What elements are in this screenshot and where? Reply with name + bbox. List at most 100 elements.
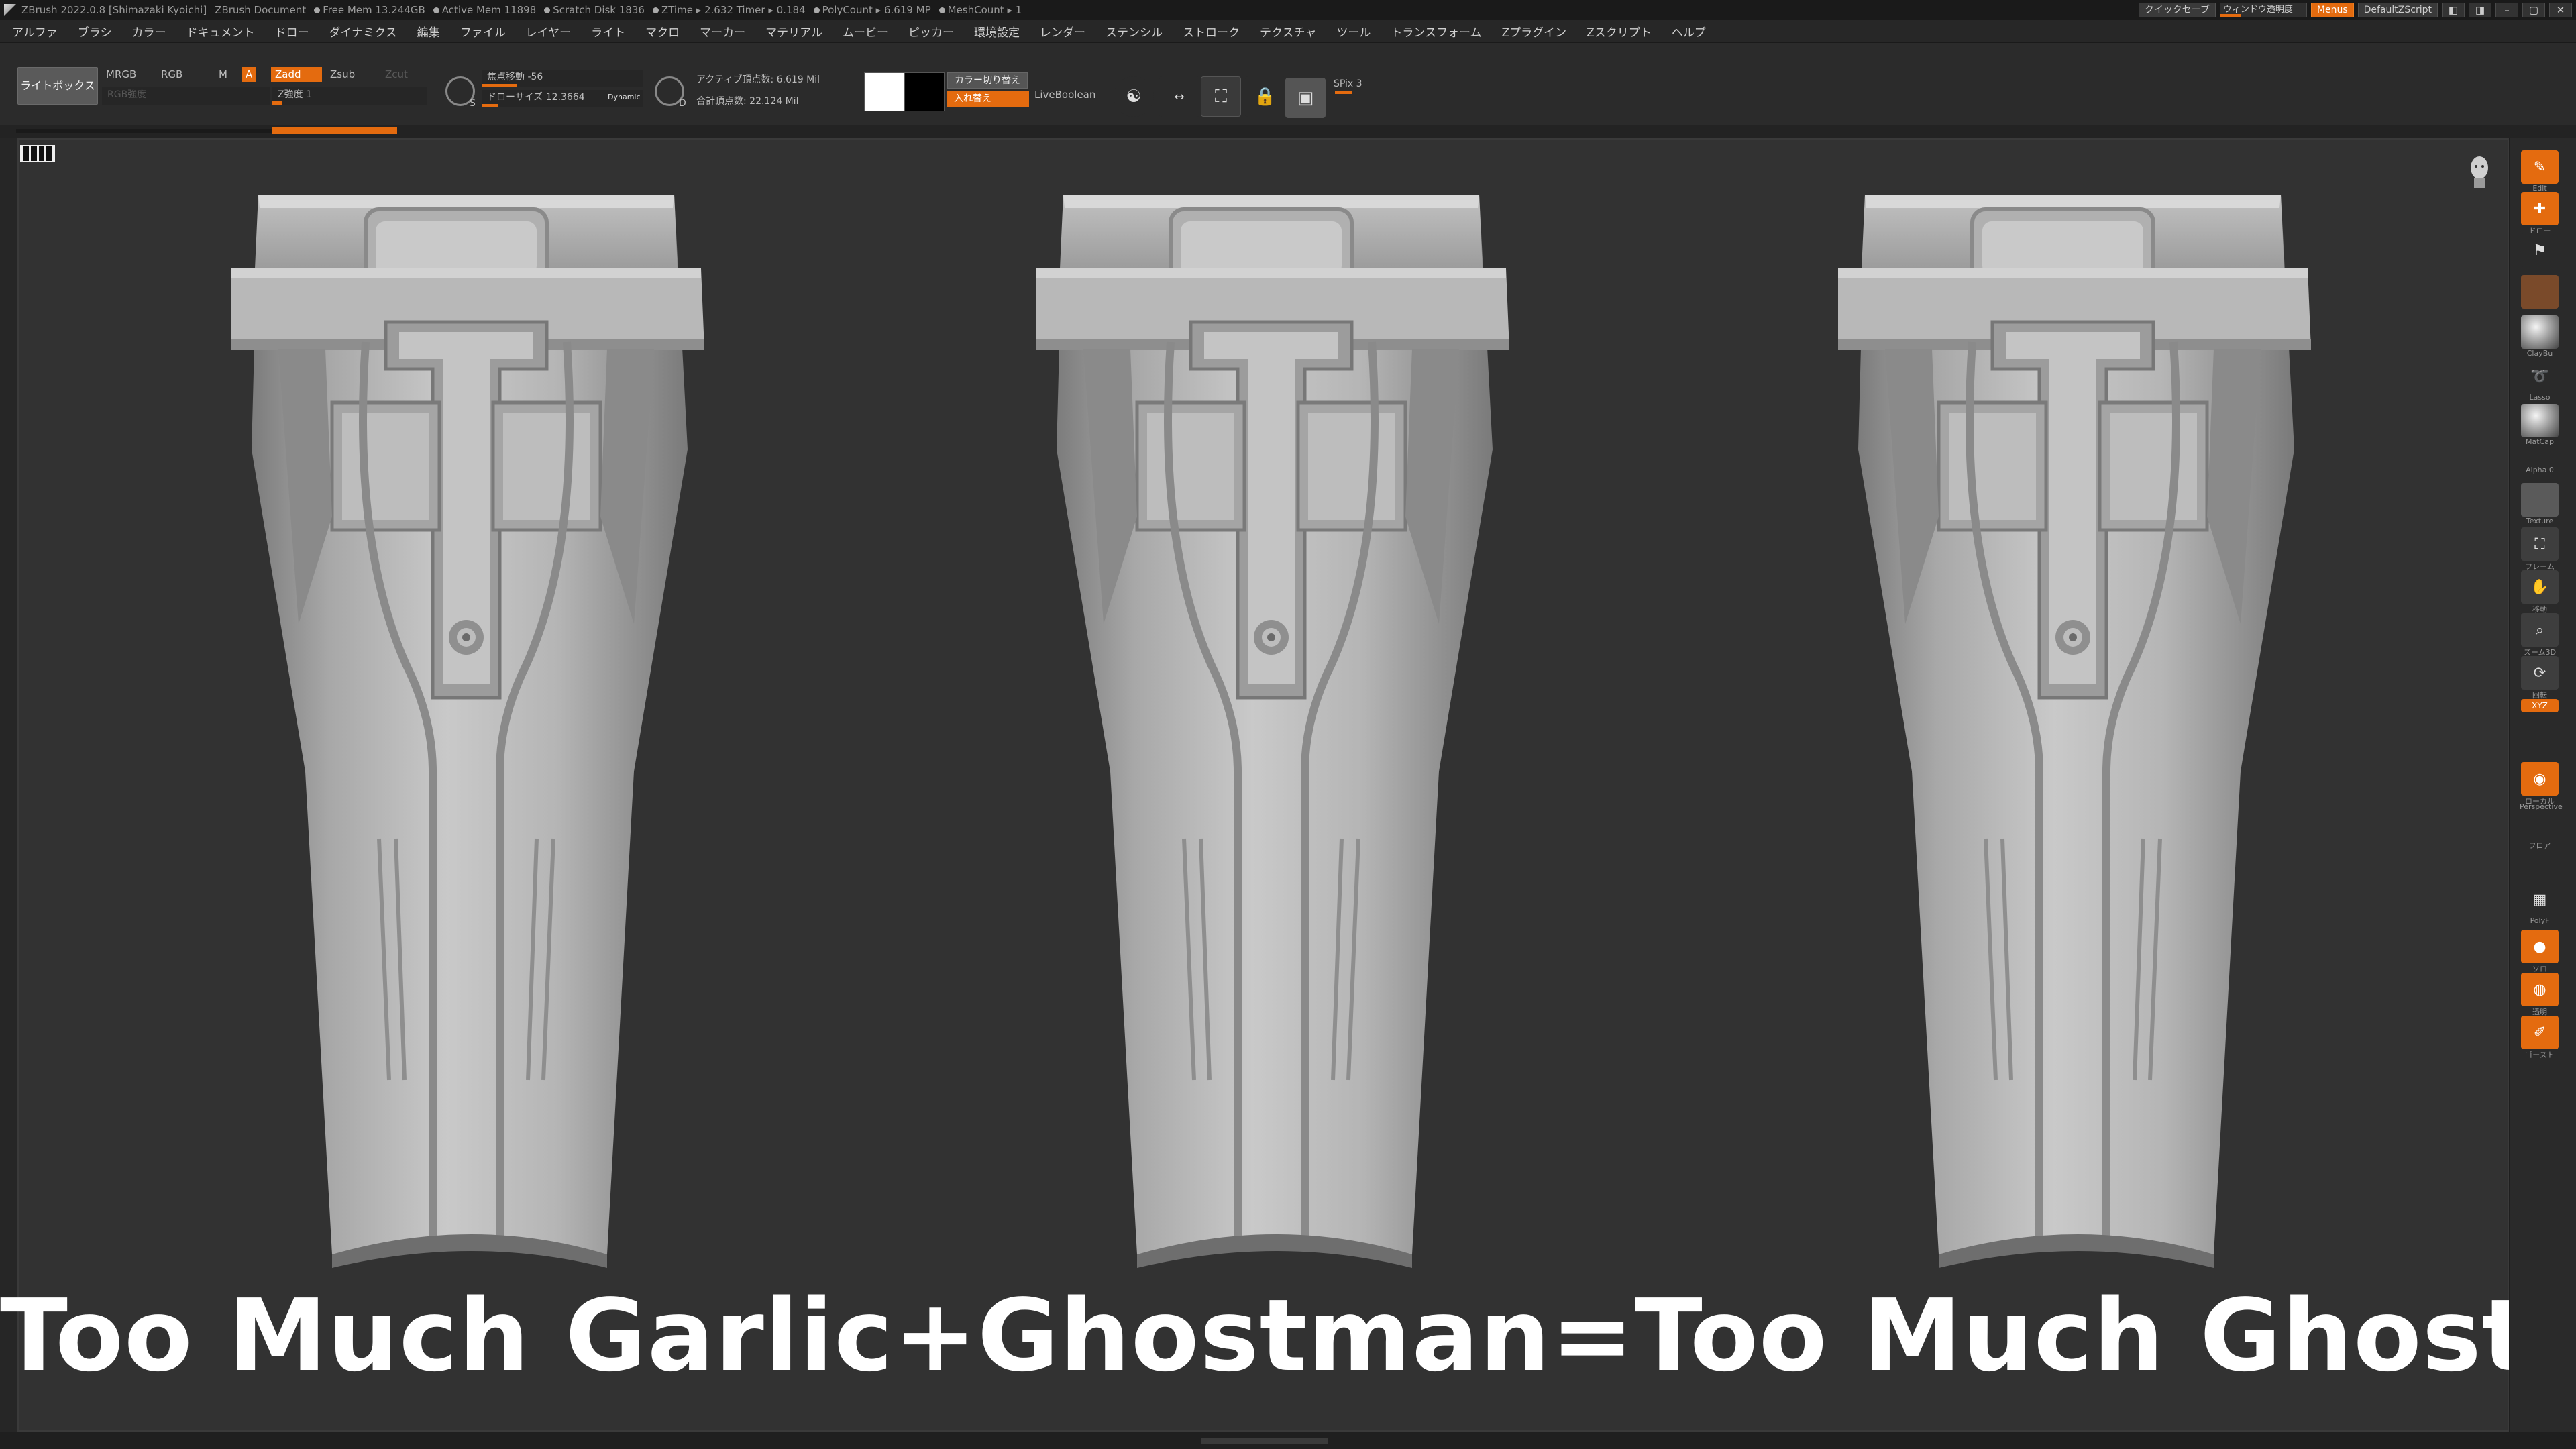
xyz-button[interactable]: XYZ [2520, 699, 2560, 712]
tray-handle[interactable] [1201, 1438, 1328, 1444]
color-switch-button[interactable]: カラー切り替え [947, 72, 1028, 89]
s-label: S [470, 98, 476, 109]
active-points: アクティブ頂点数: 6.619 Mil [696, 74, 820, 85]
menu-movie[interactable]: ムービー [843, 23, 888, 40]
matcap-button[interactable]: MatCap [2520, 404, 2560, 446]
polyf-button[interactable]: ▦ PolyF [2520, 883, 2560, 925]
menu-light[interactable]: ライト [591, 23, 625, 40]
swap-button[interactable]: 入れ替え [947, 91, 1029, 107]
focal-shift-slider[interactable]: 焦点移動 -56 [482, 70, 643, 87]
menu-help[interactable]: ヘルプ [1672, 23, 1706, 40]
menu-tool[interactable]: ツール [1336, 23, 1371, 40]
layout-alt-icon[interactable]: ◨ [2469, 3, 2491, 17]
window-transparency-slider[interactable]: ウィンドウ透明度 [2219, 3, 2307, 17]
overlay-caption: Too Much Garlic+Ghostman=Too Much Ghost [0, 1278, 2530, 1393]
alpha-button[interactable]: Alpha 0 [2520, 466, 2560, 474]
polyframe-icon[interactable]: ▣ [1285, 78, 1326, 118]
right-shelf: ✎ Edit ✚ ドロー ⚑ ClayBu ➰ Lasso MatCap Alpha … [2509, 138, 2576, 1432]
rotate-button[interactable]: ⟳ 回転 [2520, 656, 2560, 700]
floor-button[interactable]: フロア [2520, 840, 2560, 851]
dynamic-toggle[interactable]: Dynamic [608, 93, 641, 101]
lock-icon[interactable]: 🔒 [1245, 76, 1285, 117]
zbrush-logo-icon [4, 4, 16, 16]
status-dot-icon [314, 7, 321, 13]
live-boolean-button[interactable]: LiveBoolean [1034, 89, 1095, 101]
menu-file[interactable]: ファイル [460, 23, 506, 40]
local-button[interactable]: ◉ ローカル [2520, 762, 2560, 806]
symmetry-icon[interactable]: ☯ [1114, 76, 1154, 117]
menu-stroke[interactable]: ストローク [1183, 23, 1240, 40]
head-navigation-icon[interactable] [2466, 153, 2493, 191]
solo-button[interactable]: ● ソロ [2520, 930, 2560, 974]
texture-button[interactable]: Texture [2520, 483, 2560, 525]
mesh-ghostman[interactable] [1036, 168, 1519, 1268]
menu-dynamics[interactable]: ダイナミクス [329, 23, 397, 40]
z-intensity-slider[interactable]: Z強度 1 [272, 87, 427, 105]
edit-icon: ✎ [2521, 150, 2559, 184]
zoom-icon: ⌕ [2521, 613, 2559, 647]
rgb-button[interactable]: RGB [157, 67, 186, 82]
color-button[interactable] [2520, 275, 2560, 309]
menu-edit[interactable]: 編集 [417, 23, 440, 40]
frame-icon[interactable]: ⛶ [1201, 76, 1241, 117]
top-toolbar: ライトボックス MRGB RGB M A Zadd Zsub Zcut RGB強… [0, 43, 2576, 138]
edit-button[interactable]: ✎ Edit [2520, 150, 2560, 193]
status-dot-icon [544, 7, 551, 13]
spix-slider[interactable]: SPix 3 [1328, 76, 1395, 94]
mesh-combined[interactable] [1838, 168, 2321, 1268]
status-dot-icon [433, 7, 439, 13]
brush-icon: ⚑ [2521, 233, 2559, 267]
transparency-button[interactable]: ◍ 透明 [2520, 973, 2560, 1017]
menu-color[interactable]: カラー [132, 23, 166, 40]
frame-button[interactable]: ⛶ フレーム [2520, 527, 2560, 572]
lasso-button[interactable]: ➰ Lasso [2520, 360, 2560, 402]
scratch-disk: Scratch Disk 1836 [553, 4, 645, 16]
secondary-color-swatch[interactable] [904, 72, 945, 111]
move-button[interactable]: ✋ 移動 [2520, 570, 2560, 614]
m-button[interactable]: M [215, 67, 231, 82]
ghost-button[interactable]: ✐ ゴースト [2520, 1016, 2560, 1060]
mesh-garlic[interactable] [231, 168, 714, 1268]
draw-button[interactable]: ✚ ドロー [2520, 192, 2560, 236]
minimize-icon[interactable]: – [2496, 3, 2518, 17]
menu-texture[interactable]: テクスチャ [1260, 23, 1316, 40]
menu-stencil[interactable]: ステンシル [1106, 23, 1163, 40]
status-dot-icon [813, 7, 820, 13]
menu-zplugin[interactable]: Zプラグイン [1502, 23, 1567, 40]
menu-zscript[interactable]: Zスクリプト [1587, 23, 1652, 40]
layout-icon[interactable]: ◧ [2442, 3, 2465, 17]
quicksave-button[interactable]: クイックセーブ [2138, 3, 2216, 17]
brush-alt-button[interactable]: ⚑ [2520, 233, 2560, 267]
a-button[interactable]: A [241, 67, 257, 82]
menu-transform[interactable]: トランスフォーム [1391, 23, 1481, 40]
menu-draw[interactable]: ドロー [275, 23, 309, 40]
zcut-button[interactable]: Zcut [381, 67, 412, 82]
maximize-icon[interactable]: ▢ [2522, 3, 2545, 17]
zsub-button[interactable]: Zsub [326, 67, 359, 82]
zoom-button[interactable]: ⌕ ズーム3D [2520, 613, 2560, 657]
left-tray[interactable] [0, 138, 17, 1449]
menus-button[interactable]: Menus [2310, 3, 2354, 17]
perspective-button[interactable]: Perspective [2520, 802, 2563, 811]
mrgb-button[interactable]: MRGB [102, 67, 140, 82]
keyboard-icon[interactable] [20, 145, 55, 162]
menu-preferences[interactable]: 環境設定 [974, 23, 1020, 40]
active-mem: Active Mem 11898 [441, 4, 537, 16]
close-icon[interactable]: ✕ [2549, 3, 2572, 17]
menu-render[interactable]: レンダー [1040, 23, 1085, 40]
zadd-button[interactable]: Zadd [271, 67, 322, 82]
claybuildup-button[interactable]: ClayBu [2520, 315, 2560, 358]
menu-layer[interactable]: レイヤー [526, 23, 572, 40]
menu-alpha[interactable]: アルファ [12, 23, 58, 40]
transpose-icon[interactable]: ↔ [1159, 76, 1199, 117]
menu-picker[interactable]: ピッカー [908, 23, 954, 40]
menu-macro[interactable]: マクロ [645, 23, 680, 40]
lightbox-button[interactable]: ライトボックス [17, 67, 98, 105]
rgb-intensity-slider[interactable]: RGB強度 [102, 87, 270, 105]
menu-marker[interactable]: マーカー [700, 23, 745, 40]
menu-brush[interactable]: ブラシ [78, 23, 112, 40]
menu-document[interactable]: ドキュメント [186, 23, 255, 40]
default-zscript-button[interactable]: DefaultZScript [2357, 3, 2438, 17]
menu-material[interactable]: マテリアル [765, 23, 822, 40]
main-color-swatch[interactable] [864, 72, 904, 111]
